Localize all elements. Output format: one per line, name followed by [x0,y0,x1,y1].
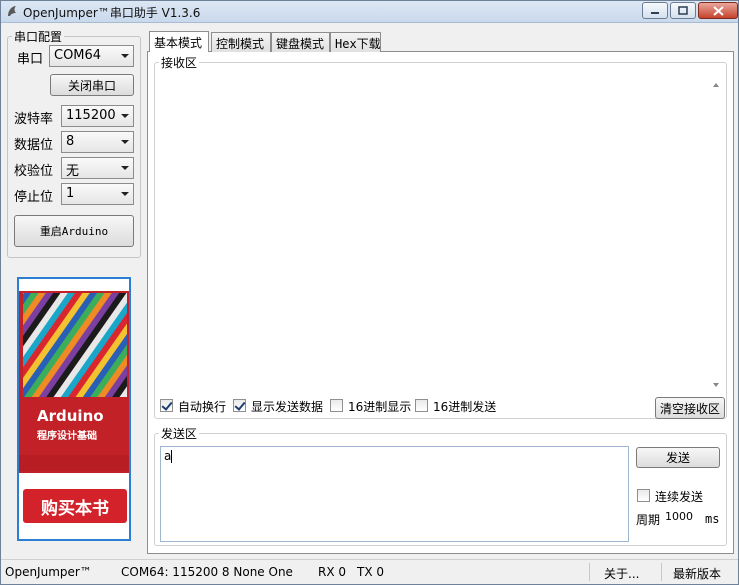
minimize-icon [651,11,659,14]
about-link[interactable]: 关于... [604,565,639,582]
status-bar: OpenJumper™ COM64: 115200 8 None One RX … [1,559,738,584]
parity-value: 无 [66,164,80,179]
show-sent-label[interactable]: 显示发送数据 [251,398,323,415]
app-logo-icon [8,6,16,16]
tab-keyboard-mode[interactable]: 键盘模式 [271,32,330,52]
parity-label: 校验位 [14,164,54,179]
databits-label: 数据位 [14,138,54,153]
clear-receive-button[interactable]: 清空接收区 [655,397,725,419]
auto-newline-checkbox[interactable] [160,399,173,412]
send-textarea[interactable]: a [160,446,629,542]
book-subtitle: 程序设计基础 [37,431,97,442]
status-divider [661,563,662,581]
maximize-icon [678,6,688,15]
port-select[interactable]: COM64 [49,45,134,67]
window-title: OpenJumper™串口助手 V1.3.6 [23,6,201,20]
send-button[interactable]: 发送 [636,447,720,468]
restart-arduino-button[interactable]: 重启Arduino [14,215,134,247]
tab-control-mode[interactable]: 控制模式 [211,32,271,52]
stopbits-value: 1 [66,186,75,201]
baud-select[interactable]: 115200 [61,105,134,127]
receive-title: 接收区 [159,54,200,71]
status-rx: RX 0 [318,565,347,579]
baud-value: 115200 [66,108,116,123]
baud-label: 波特率 [14,112,54,127]
hex-send-label[interactable]: 16进制发送 [433,398,496,415]
stopbits-label: 停止位 [14,190,54,205]
hex-display-label[interactable]: 16进制显示 [348,398,411,415]
main-window: OpenJumper™串口助手 V1.3.6 串口配置 串口 COM64 关闭串… [0,0,739,585]
buy-book-button[interactable]: 购买本书 [23,489,127,523]
tab-hex-download[interactable]: Hex下载 [330,32,381,52]
close-icon [712,5,724,16]
chevron-down-icon [121,166,129,170]
close-button[interactable] [698,2,738,19]
continuous-send-label[interactable]: 连续发送 [655,488,703,505]
chevron-down-icon [121,140,129,144]
port-value: COM64 [54,48,102,63]
text-cursor [171,450,172,463]
chevron-down-icon [121,192,129,196]
title-bar[interactable]: OpenJumper™串口助手 V1.3.6 [1,1,738,23]
send-title: 发送区 [159,425,200,442]
book-ad[interactable]: Arduino 程序设计基础 购买本书 [17,277,131,541]
stopbits-select[interactable]: 1 [61,183,134,205]
maximize-button[interactable] [670,2,696,19]
databits-value: 8 [66,134,75,149]
auto-newline-label[interactable]: 自动换行 [178,398,226,415]
period-value: 1000 [665,510,693,523]
tab-basic-mode[interactable]: 基本模式 [149,31,209,52]
hex-send-checkbox[interactable] [415,399,428,412]
chevron-down-icon [121,54,129,58]
chevron-down-icon [121,114,129,118]
databits-select[interactable]: 8 [61,131,134,153]
receive-textarea[interactable] [159,74,723,392]
status-divider [589,563,590,581]
scroll-down-arrow-icon[interactable] [713,383,719,387]
hex-display-checkbox[interactable] [330,399,343,412]
parity-select[interactable]: 无 [61,157,134,179]
show-sent-checkbox[interactable] [233,399,246,412]
scroll-up-arrow-icon[interactable] [713,83,719,87]
latest-version-link[interactable]: 最新版本 [673,565,721,582]
continuous-send-checkbox[interactable] [637,489,650,502]
status-brand: OpenJumper™ [5,565,92,579]
period-unit: ms [705,512,720,526]
close-port-button[interactable]: 关闭串口 [50,74,134,96]
book-cover-image [19,291,129,473]
minimize-button[interactable] [642,2,668,19]
status-port-info: COM64: 115200 8 None One [121,565,293,579]
port-label: 串口 [17,52,44,67]
book-title: Arduino [37,407,104,425]
period-label: 周期 [636,513,661,527]
status-tx: TX 0 [357,565,384,579]
period-input[interactable]: 1000 [661,507,701,527]
serial-config-title: 串口配置 [12,28,65,45]
